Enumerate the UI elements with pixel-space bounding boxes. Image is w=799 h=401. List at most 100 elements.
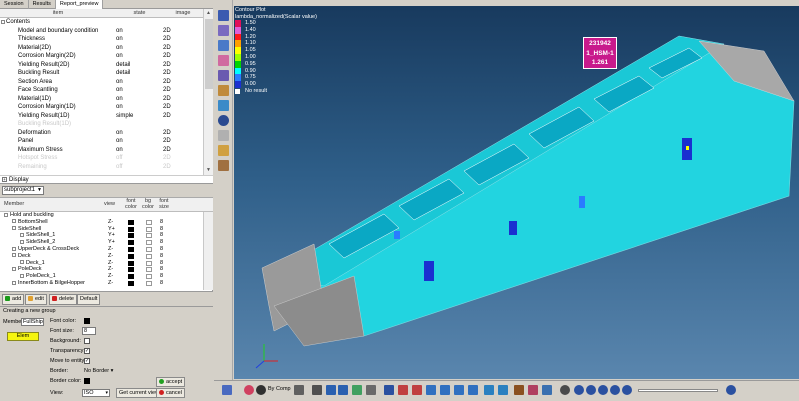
- tab-results[interactable]: Results: [29, 0, 56, 9]
- item-state[interactable]: on: [116, 78, 123, 87]
- item-state[interactable]: on: [116, 52, 123, 61]
- font-color-swatch[interactable]: [128, 240, 134, 246]
- next-frame-icon[interactable]: [610, 385, 620, 395]
- member-input[interactable]: FullShip: [21, 318, 44, 326]
- annotate-icon[interactable]: [528, 385, 538, 395]
- note-icon[interactable]: [218, 130, 229, 141]
- view-front-icon[interactable]: [440, 385, 450, 395]
- chevron-down-icon[interactable]: ▾: [105, 390, 108, 396]
- play-icon[interactable]: [598, 385, 608, 395]
- shaded-icon[interactable]: [326, 385, 336, 395]
- item-image[interactable]: 2D: [163, 163, 171, 172]
- visibility-icon[interactable]: [352, 385, 362, 395]
- font-color-swatch[interactable]: [128, 280, 134, 286]
- item-state[interactable]: on: [116, 35, 123, 44]
- tree-toggle-icon[interactable]: [4, 212, 8, 217]
- font-size-value[interactable]: 8: [160, 246, 163, 253]
- collapse-icon[interactable]: [1, 20, 5, 24]
- previous-frame-icon[interactable]: [586, 385, 596, 395]
- last-frame-icon[interactable]: [622, 385, 632, 395]
- report-item-row[interactable]: Remaining off 2D: [0, 163, 203, 172]
- animation-start-icon[interactable]: [560, 385, 570, 395]
- item-state[interactable]: on: [116, 95, 123, 104]
- report-item-row[interactable]: Yielding Result(1D) simple 2D: [0, 112, 203, 121]
- item-state[interactable]: on: [116, 103, 123, 112]
- pan-icon[interactable]: [398, 385, 408, 395]
- bg-color-swatch[interactable]: [146, 233, 152, 239]
- zoom-icon[interactable]: [412, 385, 422, 395]
- move-to-entity-checkbox[interactable]: ✓: [84, 358, 90, 364]
- item-image[interactable]: 2D: [163, 146, 171, 155]
- report-item-row[interactable]: Yielding Result(2D) detail 2D: [0, 61, 203, 70]
- chevron-down-icon[interactable]: ▾: [111, 368, 114, 374]
- vector-icon[interactable]: [218, 40, 229, 51]
- item-state[interactable]: on: [116, 44, 123, 53]
- item-state[interactable]: on: [116, 146, 123, 155]
- report-item-row[interactable]: Thickness on 2D: [0, 35, 203, 44]
- font-size-value[interactable]: 8: [160, 260, 163, 267]
- item-image[interactable]: 2D: [163, 52, 171, 61]
- member-row[interactable]: SideShell_2 Y+ 8: [0, 239, 213, 246]
- view-top-icon[interactable]: [468, 385, 478, 395]
- subproject-select[interactable]: subproject1 ▼: [2, 186, 44, 195]
- border-select[interactable]: No Border ▾: [84, 368, 113, 374]
- view-icon[interactable]: [218, 115, 229, 126]
- add-button[interactable]: add: [2, 294, 25, 305]
- item-column-header[interactable]: item: [0, 9, 116, 17]
- display-section[interactable]: + Display: [0, 175, 213, 183]
- bg-color-swatch[interactable]: [146, 253, 152, 259]
- member-view[interactable]: Y+: [108, 226, 115, 233]
- font-size-value[interactable]: 8: [160, 280, 163, 287]
- member-view[interactable]: Z-: [108, 253, 113, 260]
- member-view[interactable]: Z-: [108, 219, 113, 226]
- font-size-value[interactable]: 8: [160, 226, 163, 233]
- item-state[interactable]: off: [116, 163, 123, 172]
- view-select[interactable]: ISO ▾: [82, 389, 110, 397]
- bg-color-swatch[interactable]: [146, 246, 152, 252]
- font-color-swatch[interactable]: [128, 233, 134, 239]
- scroll-thumb[interactable]: [205, 19, 213, 89]
- state-column-header[interactable]: state: [116, 9, 163, 17]
- font-color-swatch[interactable]: [128, 274, 134, 280]
- section-cut-icon[interactable]: [218, 145, 229, 156]
- member-row[interactable]: Deck Z- 8: [0, 253, 213, 260]
- member-view[interactable]: Y+: [108, 232, 115, 239]
- elem-button[interactable]: Elem: [7, 332, 39, 341]
- report-items-scrollbar[interactable]: ▲ ▼: [203, 9, 213, 175]
- item-image[interactable]: 2D: [163, 44, 171, 53]
- item-image[interactable]: 2D: [163, 95, 171, 104]
- tree-toggle-icon[interactable]: [12, 226, 16, 231]
- item-image[interactable]: 2D: [163, 112, 171, 121]
- item-state[interactable]: on: [116, 27, 123, 36]
- default-button[interactable]: Default: [77, 294, 101, 305]
- report-item-row[interactable]: Corrosion Margin(1D) on 2D: [0, 103, 203, 112]
- font-size-value[interactable]: 8: [160, 266, 163, 273]
- graphics-viewport[interactable]: Contour Plot lambda_normalized(Scalar va…: [234, 6, 799, 379]
- member-row[interactable]: PoleDeck_1 Z- 8: [0, 273, 213, 280]
- image-column-header[interactable]: image: [163, 9, 203, 17]
- tensor-icon[interactable]: [218, 55, 229, 66]
- item-image[interactable]: 2D: [163, 103, 171, 112]
- font-size-value[interactable]: 8: [160, 219, 163, 226]
- report-group-row[interactable]: Contents: [0, 18, 203, 27]
- bg-color-swatch[interactable]: [146, 219, 152, 225]
- member-view[interactable]: Z-: [108, 280, 113, 287]
- item-state[interactable]: on: [116, 86, 123, 95]
- scroll-up-icon[interactable]: ▲: [204, 9, 213, 18]
- font-color-swatch[interactable]: [84, 318, 90, 324]
- member-view[interactable]: Z-: [108, 260, 113, 267]
- view-column-header[interactable]: view: [104, 201, 115, 208]
- first-frame-icon[interactable]: [574, 385, 584, 395]
- scroll-down-icon[interactable]: ▼: [204, 166, 213, 175]
- member-row[interactable]: BottomShell Z- 8: [0, 219, 213, 226]
- accept-button[interactable]: accept: [156, 377, 186, 387]
- font-size-value[interactable]: 8: [160, 273, 163, 280]
- member-row[interactable]: UpperDeck & CrossDeck Z- 8: [0, 246, 213, 253]
- feature-icon[interactable]: [338, 385, 348, 395]
- tab-session[interactable]: Session: [0, 0, 29, 9]
- report-item-row[interactable]: Hotspot Stress off 2D: [0, 154, 203, 163]
- item-state[interactable]: detail: [116, 61, 130, 70]
- animation-slider[interactable]: [638, 389, 718, 392]
- font-color-column-header[interactable]: font color: [124, 198, 138, 210]
- tree-toggle-icon[interactable]: [12, 219, 16, 224]
